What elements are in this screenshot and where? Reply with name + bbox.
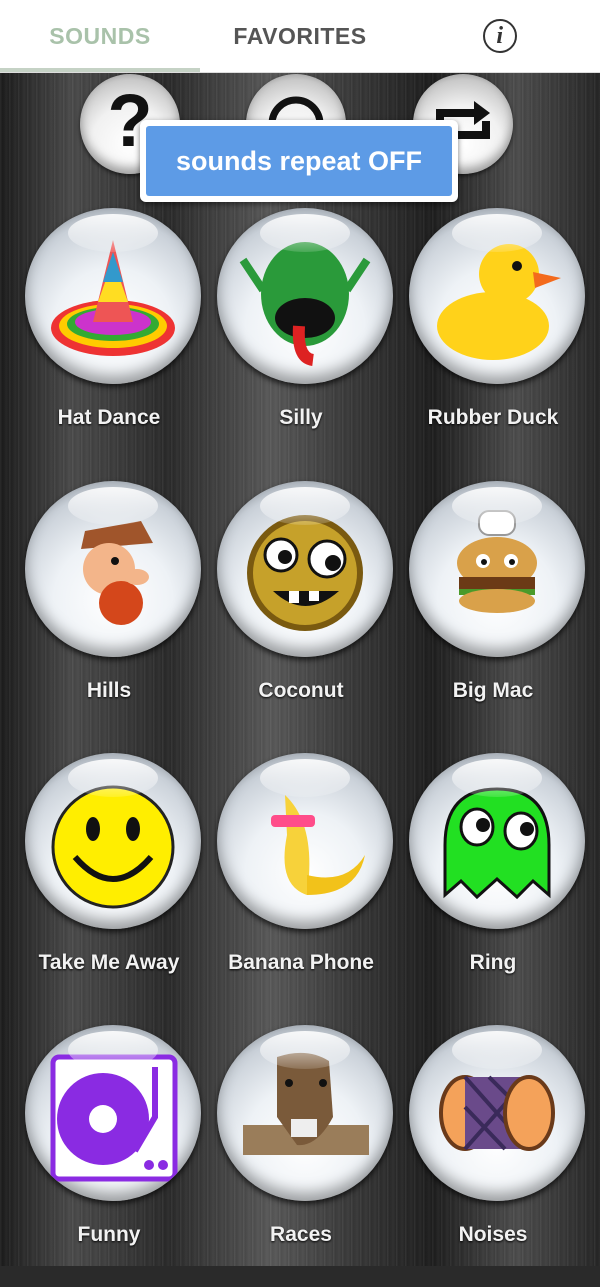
active-tab-indicator bbox=[0, 68, 200, 72]
sound-orb bbox=[409, 481, 585, 657]
sound-orb bbox=[409, 753, 585, 929]
sound-label: Coconut bbox=[258, 679, 344, 702]
tab-info[interactable]: i bbox=[400, 0, 600, 72]
orb-gloss bbox=[260, 1031, 350, 1069]
top-tab-bar: SOUNDS FAVORITES i bbox=[0, 0, 600, 73]
sound-orb bbox=[25, 481, 201, 657]
sound-label: Funny bbox=[77, 1223, 141, 1246]
sound-label: Take Me Away bbox=[38, 951, 180, 974]
sound-button-hills[interactable]: Hills bbox=[13, 481, 205, 743]
sound-label: Hat Dance bbox=[57, 406, 161, 429]
orb-gloss bbox=[452, 1031, 542, 1069]
orb-gloss bbox=[260, 487, 350, 525]
toast-message: sounds repeat OFF bbox=[146, 126, 452, 196]
sound-label: Banana Phone bbox=[228, 951, 374, 974]
tab-favorites[interactable]: FAVORITES bbox=[200, 0, 400, 72]
info-icon: i bbox=[483, 19, 517, 53]
sound-button-rubber-duck[interactable]: Rubber Duck bbox=[397, 208, 589, 470]
orb-gloss bbox=[452, 487, 542, 525]
sound-orb bbox=[25, 208, 201, 384]
sound-label: Races bbox=[270, 1223, 332, 1246]
sound-button-banana-phone[interactable]: Banana Phone bbox=[205, 753, 397, 1015]
orb-gloss bbox=[260, 759, 350, 797]
sound-label: Rubber Duck bbox=[427, 406, 559, 429]
sound-orb bbox=[25, 1025, 201, 1201]
sound-label: Noises bbox=[458, 1223, 528, 1246]
sound-button-races[interactable]: Races bbox=[205, 1025, 397, 1287]
sound-orb bbox=[409, 208, 585, 384]
sound-label: Silly bbox=[279, 406, 323, 429]
sound-label: Hills bbox=[86, 679, 132, 702]
orb-gloss bbox=[68, 214, 158, 252]
orb-gloss bbox=[452, 759, 542, 797]
orb-gloss bbox=[260, 214, 350, 252]
sound-button-take-me-away[interactable]: Take Me Away bbox=[13, 753, 205, 1015]
orb-gloss bbox=[452, 214, 542, 252]
sound-orb bbox=[217, 208, 393, 384]
sound-orb bbox=[409, 1025, 585, 1201]
sound-button-funny[interactable]: Funny bbox=[13, 1025, 205, 1287]
sound-orb bbox=[217, 481, 393, 657]
orb-gloss bbox=[68, 1031, 158, 1069]
orb-gloss bbox=[68, 487, 158, 525]
sound-button-hat-dance[interactable]: Hat Dance bbox=[13, 208, 205, 470]
sound-orb bbox=[217, 1025, 393, 1201]
tab-sounds[interactable]: SOUNDS bbox=[0, 0, 200, 72]
sound-button-big-mac[interactable]: Big Mac bbox=[397, 481, 589, 743]
sound-button-noises[interactable]: Noises bbox=[397, 1025, 589, 1287]
sound-button-coconut[interactable]: Coconut bbox=[205, 481, 397, 743]
sound-orb bbox=[25, 753, 201, 929]
repeat-toast: sounds repeat OFF bbox=[140, 120, 458, 202]
orb-gloss bbox=[68, 759, 158, 797]
sound-orb bbox=[217, 753, 393, 929]
sound-button-ring[interactable]: Ring bbox=[397, 753, 589, 1015]
sound-button-silly[interactable]: Silly bbox=[205, 208, 397, 470]
sound-label: Big Mac bbox=[452, 679, 534, 702]
sound-label: Ring bbox=[469, 951, 517, 974]
